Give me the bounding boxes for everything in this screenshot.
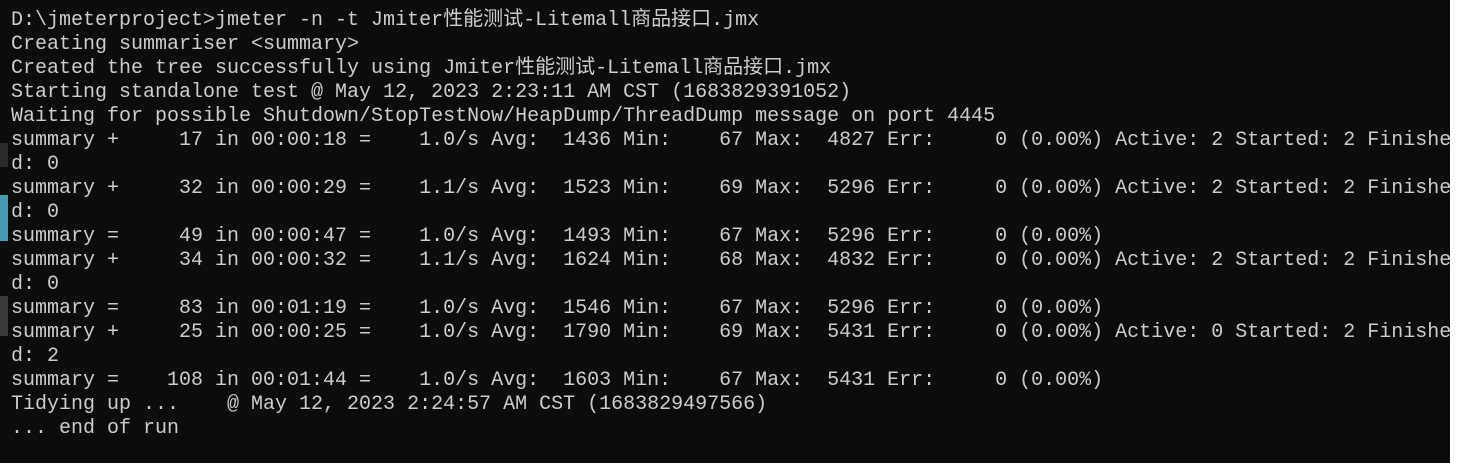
console-window[interactable]: D:\jmeterproject>jmeter -n -t Jmiter性能测试… (0, 0, 1450, 463)
summary-line: summary + 17 in 00:00:18 = 1.0/s Avg: 14… (11, 129, 1450, 152)
console-output: D:\jmeterproject>jmeter -n -t Jmiter性能测试… (11, 9, 1450, 441)
summary-line-wrap: d: 0 (11, 273, 60, 296)
background-window-sliver (0, 195, 8, 241)
summary-line: summary + 25 in 00:00:25 = 1.0/s Avg: 17… (11, 321, 1450, 344)
summary-total-line: summary = 108 in 00:01:44 = 1.0/s Avg: 1… (11, 369, 1104, 392)
summary-line-wrap: d: 2 (11, 345, 60, 368)
summary-line: summary + 32 in 00:00:29 = 1.1/s Avg: 15… (11, 177, 1450, 200)
window-edge (1450, 0, 1466, 463)
summary-line: summary + 34 in 00:00:32 = 1.1/s Avg: 16… (11, 249, 1450, 272)
output-line: Starting standalone test @ May 12, 2023 … (11, 81, 852, 104)
summary-line-wrap: d: 0 (11, 153, 60, 176)
output-line: Created the tree successfully using Jmit… (11, 57, 832, 80)
output-line: Creating summariser <summary> (11, 33, 360, 56)
output-line: ... end of run (11, 417, 180, 440)
background-window-sliver (0, 296, 8, 336)
summary-line-wrap: d: 0 (11, 201, 60, 224)
output-line: Waiting for possible Shutdown/StopTestNo… (11, 105, 996, 128)
background-window-sliver (0, 143, 8, 167)
summary-total-line: summary = 49 in 00:00:47 = 1.0/s Avg: 14… (11, 225, 1104, 248)
command-line: D:\jmeterproject>jmeter -n -t Jmiter性能测试… (11, 9, 760, 32)
summary-total-line: summary = 83 in 00:01:19 = 1.0/s Avg: 15… (11, 297, 1104, 320)
output-line: Tidying up ... @ May 12, 2023 2:24:57 AM… (11, 393, 768, 416)
